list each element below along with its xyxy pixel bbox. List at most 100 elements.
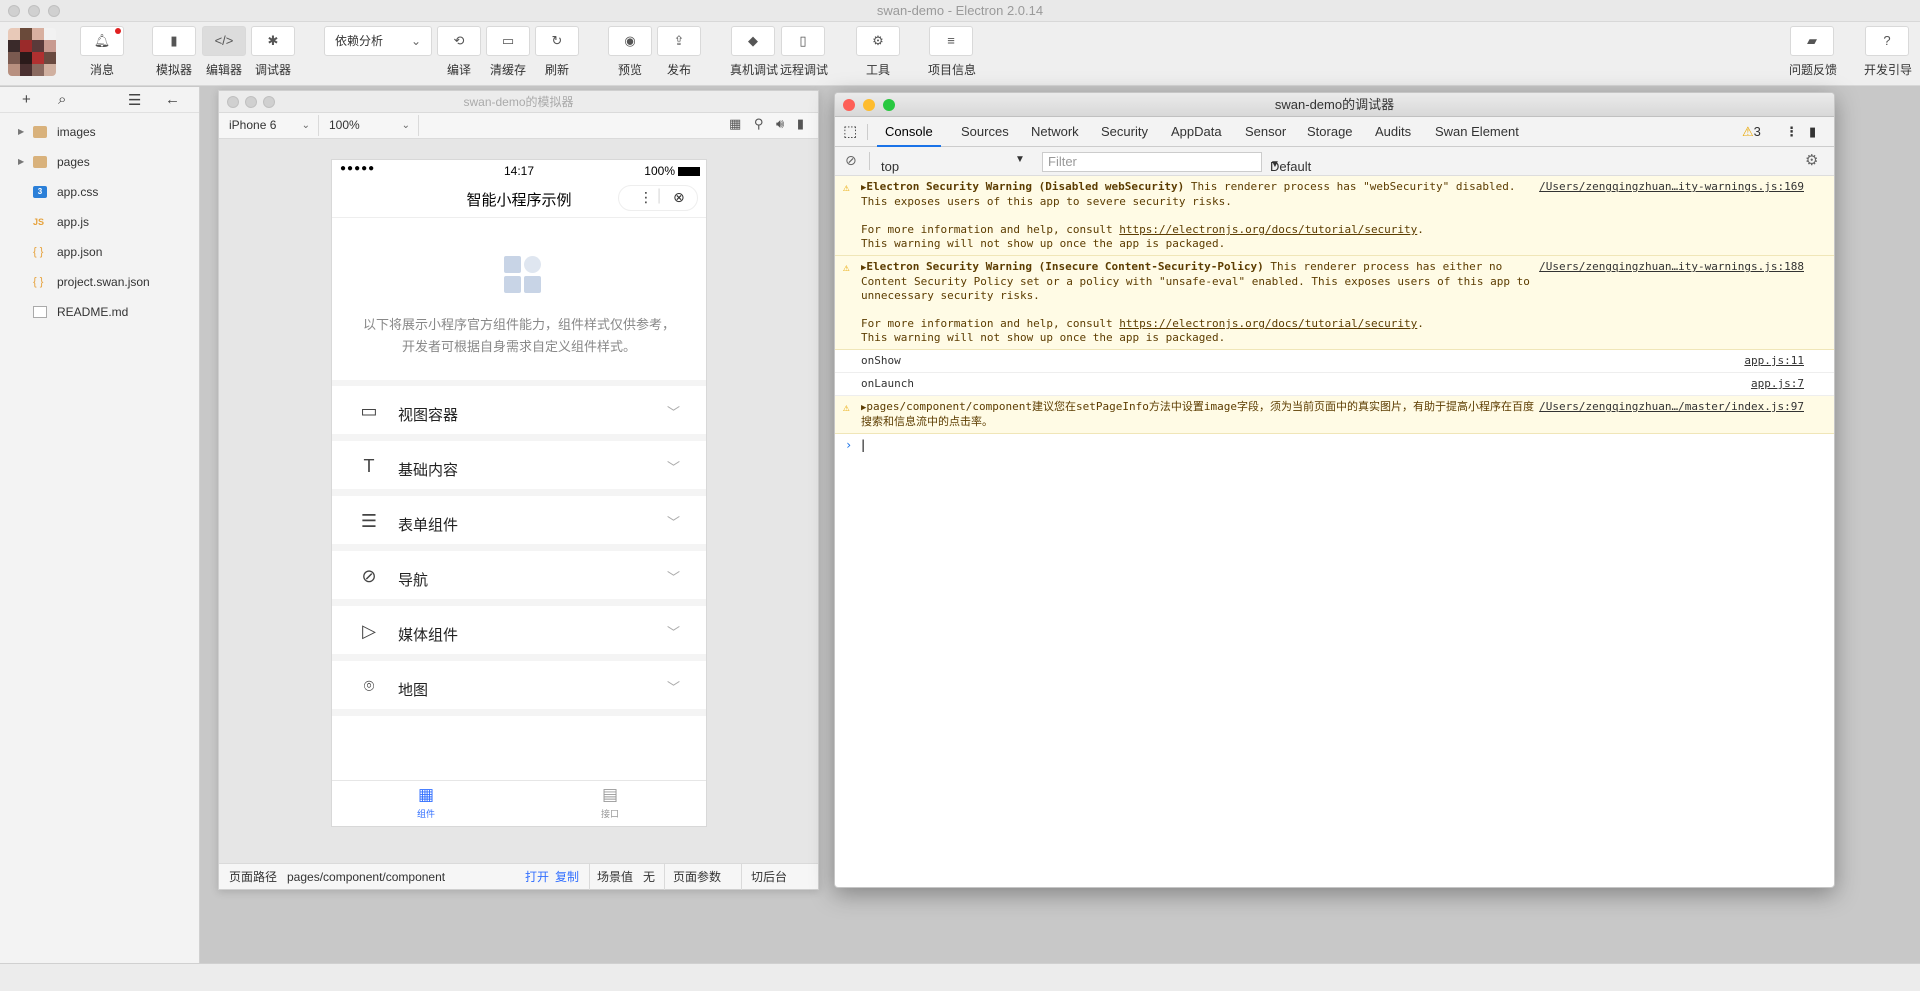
debugger-titlebar: swan-demo的调试器: [835, 93, 1834, 117]
volume-icon[interactable]: 🔊︎: [776, 116, 784, 131]
grid-icon[interactable]: ▦: [729, 116, 741, 131]
project-info-button[interactable]: ≡ 项目信息: [928, 26, 976, 82]
more-options-icon[interactable]: ⋮: [1785, 117, 1798, 147]
minimize-window-button[interactable]: [245, 96, 257, 108]
list-icon: ☰: [360, 511, 378, 531]
filter-input[interactable]: Filter: [1042, 152, 1262, 172]
pin-icon[interactable]: ⚲: [754, 116, 764, 131]
dev-guide-button[interactable]: ? 开发引导: [1864, 26, 1912, 82]
component-item-map[interactable]: ⌾ 地图 ﹀: [332, 661, 706, 716]
open-path-link[interactable]: 打开: [525, 864, 549, 890]
menu-capsule: ⋮ | ⊗: [618, 185, 698, 211]
clear-console-icon[interactable]: ⊘: [845, 152, 857, 169]
copy-path-link[interactable]: 复制: [555, 864, 579, 890]
device-select[interactable]: iPhone 6 ⌄: [219, 115, 319, 136]
tools-button[interactable]: ⚙ 工具: [855, 26, 901, 82]
debugger-button[interactable]: ✱ 调试器: [250, 26, 296, 82]
tab-security[interactable]: Security: [1101, 117, 1148, 147]
divider: [869, 152, 870, 170]
publish-button[interactable]: ⇪ 发布: [656, 26, 702, 82]
message-source-link[interactable]: app.js:7: [1751, 377, 1804, 391]
component-item-navigation[interactable]: ⊘ 导航 ﹀: [332, 551, 706, 606]
warning-counter[interactable]: ⚠3: [1742, 117, 1761, 147]
dock-side-icon[interactable]: ▮: [1809, 117, 1816, 147]
console-prompt[interactable]: › |: [835, 434, 1834, 452]
component-item-basic-content[interactable]: T 基础内容 ﹀: [332, 441, 706, 496]
close-circle-icon[interactable]: ⊗: [673, 189, 685, 206]
message-source-link[interactable]: /Users/zengqingzhuan…/master/index.js:97: [1539, 400, 1804, 414]
tab-sources[interactable]: Sources: [961, 117, 1009, 147]
tree-item-pages[interactable]: ▶ pages: [0, 147, 199, 177]
console-warning[interactable]: ⚠ /Users/zengqingzhuan…ity-warnings.js:1…: [835, 176, 1834, 256]
message-source-link[interactable]: /Users/zengqingzhuan…ity-warnings.js:169: [1539, 180, 1804, 194]
zoom-select[interactable]: 100% ⌄: [319, 115, 419, 136]
feedback-button[interactable]: ▰ 问题反馈: [1789, 26, 1837, 82]
zoom-window-button[interactable]: [263, 96, 275, 108]
console-output: ⚠ /Users/zengqingzhuan…ity-warnings.js:1…: [835, 176, 1834, 452]
tab-components[interactable]: ▦ 组件: [396, 785, 456, 820]
window-title: swan-demo - Electron 2.0.14: [876, 3, 1044, 18]
tab-appdata[interactable]: AppData: [1171, 117, 1222, 147]
simulator-button[interactable]: ▮ 模拟器: [151, 26, 197, 82]
tab-console[interactable]: Console: [877, 117, 941, 147]
warning-icon: ⚠: [1742, 124, 1754, 139]
console-warning[interactable]: ⚠ /Users/zengqingzhuan…/master/index.js:…: [835, 396, 1834, 434]
text-icon: T: [363, 456, 375, 476]
tree-item-app-css[interactable]: 3 app.css: [0, 177, 199, 207]
messages-button[interactable]: 🔔︎ 消息: [79, 26, 125, 82]
minimize-window-button[interactable]: [863, 99, 875, 111]
compile-button[interactable]: ⟲ 编译: [436, 26, 482, 82]
battery-icon: [678, 167, 700, 176]
tree-item-images[interactable]: ▶ images: [0, 117, 199, 147]
search-icon[interactable]: ⌕: [58, 91, 66, 108]
inspect-element-icon[interactable]: ⬚: [843, 117, 857, 147]
device-debug-button[interactable]: ◆ 真机调试: [730, 26, 778, 82]
more-icon[interactable]: ⋮: [639, 189, 653, 206]
tab-network[interactable]: Network: [1031, 117, 1079, 147]
component-item-view-container[interactable]: ▭ 视图容器 ﹀: [332, 386, 706, 441]
reload-icon: ↻: [535, 26, 579, 56]
message-source-link[interactable]: /Users/zengqingzhuan…ity-warnings.js:188: [1539, 260, 1804, 274]
scene-value[interactable]: 无: [643, 864, 655, 890]
tab-audits[interactable]: Audits: [1375, 117, 1411, 147]
remote-debug-button[interactable]: ▯ 远程调试: [780, 26, 828, 82]
tree-item-readme[interactable]: README.md: [0, 297, 199, 327]
docs-link[interactable]: https://electronjs.org/docs/tutorial/sec…: [1119, 223, 1417, 236]
add-file-icon[interactable]: +: [22, 91, 31, 108]
switch-background-button[interactable]: 切后台: [751, 864, 787, 890]
close-window-button[interactable]: [843, 99, 855, 111]
tab-swan-element[interactable]: Swan Element: [1435, 117, 1519, 147]
upload-icon: ⇪: [657, 26, 701, 56]
component-item-media[interactable]: ▷ 媒体组件 ﹀: [332, 606, 706, 661]
tab-storage[interactable]: Storage: [1307, 117, 1353, 147]
play-icon: ▷: [362, 621, 376, 641]
file-explorer: + ⌕ ☰ ← ▶ images ▶ pages 3 app.css JS ap…: [0, 87, 200, 963]
debugger-window: swan-demo的调试器 ⬚ Console Sources Network …: [834, 92, 1835, 888]
console-warning[interactable]: ⚠ /Users/zengqingzhuan…ity-warnings.js:1…: [835, 256, 1834, 350]
component-item-form[interactable]: ☰ 表单组件 ﹀: [332, 496, 706, 551]
gear-icon[interactable]: ⚙: [1805, 151, 1818, 169]
page-params-button[interactable]: 页面参数: [673, 864, 721, 890]
docs-link[interactable]: https://electronjs.org/docs/tutorial/sec…: [1119, 317, 1417, 330]
divider: [589, 864, 590, 890]
message-source-link[interactable]: app.js:11: [1744, 354, 1804, 368]
simulator-titlebar: swan-demo的模拟器: [219, 91, 818, 113]
tree-item-app-json[interactable]: { } app.json: [0, 237, 199, 267]
tree-item-project-swan-json[interactable]: { } project.swan.json: [0, 267, 199, 297]
preview-button[interactable]: ◉ 预览: [607, 26, 653, 82]
refresh-button[interactable]: ↻ 刷新: [534, 26, 580, 82]
console-log[interactable]: app.js:11 onShow: [835, 350, 1834, 373]
clear-cache-button[interactable]: ▭ 清缓存: [485, 26, 531, 82]
close-window-button[interactable]: [227, 96, 239, 108]
collapse-all-icon[interactable]: ☰: [128, 91, 141, 109]
dependency-analysis-select[interactable]: 依赖分析 ⌄: [324, 26, 432, 56]
avatar[interactable]: [8, 28, 56, 76]
arrow-left-icon[interactable]: ←: [165, 91, 180, 108]
editor-button[interactable]: </> 编辑器: [201, 26, 247, 82]
zoom-window-button[interactable]: [883, 99, 895, 111]
console-log[interactable]: app.js:7 onLaunch: [835, 373, 1834, 396]
device-rotate-icon[interactable]: ▮: [797, 116, 804, 131]
tab-api[interactable]: ▤ 接口: [580, 785, 640, 820]
tree-item-app-js[interactable]: JS app.js: [0, 207, 199, 237]
tab-sensor[interactable]: Sensor: [1245, 117, 1286, 147]
